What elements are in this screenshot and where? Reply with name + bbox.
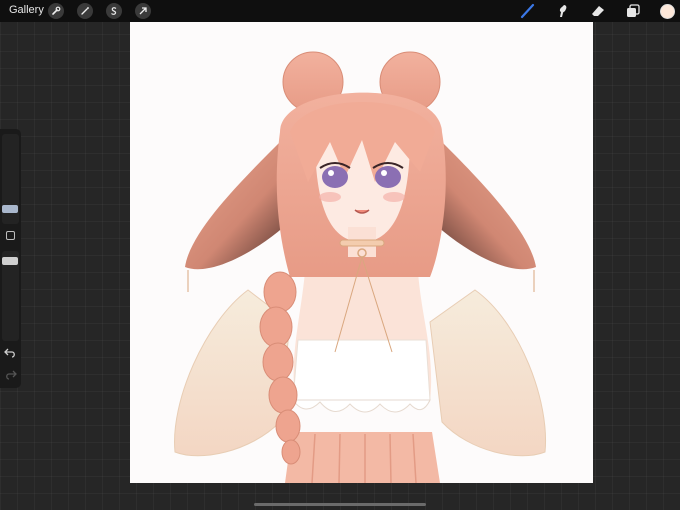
wrench-icon <box>52 6 61 15</box>
selection-s-icon <box>111 7 117 15</box>
adjustments-button[interactable] <box>77 3 93 19</box>
home-indicator <box>254 503 426 506</box>
eraser-button[interactable] <box>590 3 606 19</box>
redo-icon[interactable] <box>4 369 17 380</box>
selection-button[interactable] <box>106 3 122 19</box>
transform-button[interactable] <box>135 3 151 19</box>
layers-icon <box>627 4 640 17</box>
top-toolbar: Gallery <box>0 0 680 22</box>
brush-icon <box>520 3 535 19</box>
color-swatch-button[interactable] <box>660 4 675 19</box>
smudge-icon <box>559 5 567 17</box>
smudge-button[interactable] <box>555 3 571 19</box>
eraser-icon <box>592 6 604 16</box>
modify-square-icon[interactable] <box>6 231 15 240</box>
transform-arrow-icon <box>139 7 147 15</box>
drawing-canvas[interactable] <box>130 22 593 483</box>
artwork-illustration <box>174 51 547 483</box>
brush-size-thumb[interactable] <box>2 205 18 213</box>
magic-wand-icon <box>81 7 89 15</box>
opacity-thumb[interactable] <box>2 257 18 265</box>
undo-icon[interactable] <box>4 347 17 358</box>
layers-button[interactable] <box>625 3 641 19</box>
brush-button[interactable] <box>519 3 535 19</box>
gallery-button[interactable]: Gallery <box>9 4 44 16</box>
left-sidebar <box>0 129 21 388</box>
actions-button[interactable] <box>48 3 64 19</box>
